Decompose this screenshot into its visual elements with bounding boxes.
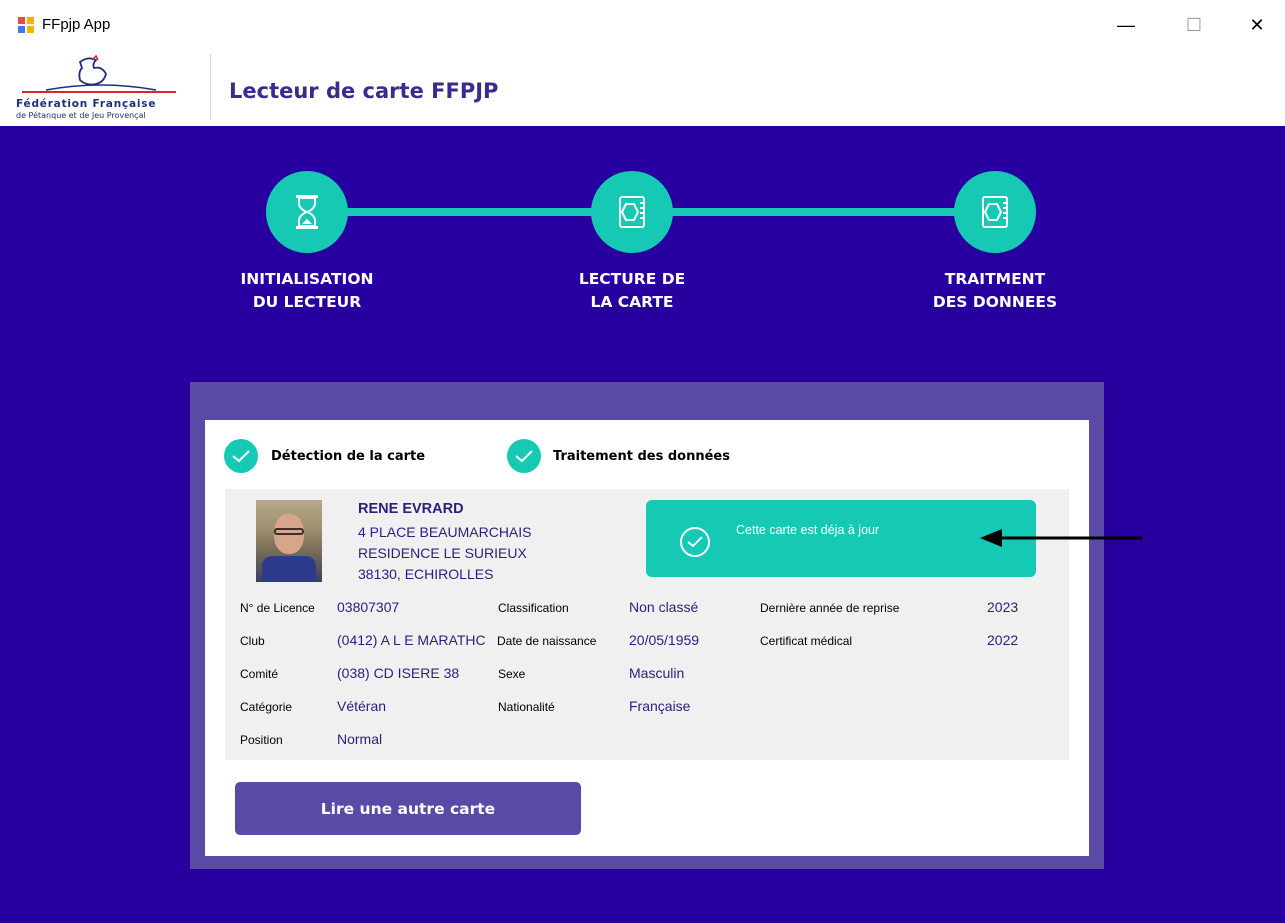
reprise-label: Dernière année de reprise: [760, 601, 900, 615]
header-divider: [210, 54, 211, 120]
check-icon: [515, 450, 533, 463]
sexe-label: Sexe: [498, 667, 526, 681]
traitement-label: Traitement des données: [553, 449, 730, 464]
step-label-line2: DU LECTEUR: [252, 293, 362, 311]
step-label-initialisation: INITIALISATION DU LECTEUR: [187, 268, 427, 314]
classification-value: Non classé: [629, 599, 699, 615]
title-bar: FFpjp App — ☐ ✕: [0, 0, 1285, 48]
holder-address-line1: 4 PLACE BEAUMARCHAIS: [358, 524, 532, 540]
step-lecture: [591, 171, 673, 253]
nationalite-label: Nationalité: [498, 700, 555, 714]
comite-label: Comité: [240, 667, 279, 681]
holder-address-line2: RESIDENCE LE SURIEUX: [358, 545, 527, 561]
status-check-icon: [680, 527, 710, 557]
app-header: Fédération Française de Pétanque et de J…: [0, 48, 1285, 126]
hourglass-icon: [296, 195, 318, 229]
step-initialisation: [266, 171, 348, 253]
detection-label: Détection de la carte: [271, 449, 426, 464]
step-label-line1: TRAITMENT: [944, 270, 1046, 288]
sexe-value: Masculin: [629, 665, 685, 681]
nationalite-value: Française: [629, 698, 691, 714]
arrow-pointer-icon: [980, 529, 1142, 547]
reprise-value: 2023: [987, 599, 1019, 615]
step-label-line2: DES DONNEES: [932, 293, 1058, 311]
categorie-value: Vétéran: [337, 698, 387, 714]
step-connector-1: [336, 208, 598, 216]
club-label: Club: [240, 634, 265, 648]
page-title: Lecteur de carte FFPJP: [229, 79, 499, 103]
minimize-button[interactable]: —: [1106, 10, 1146, 40]
categorie-label: Catégorie: [240, 700, 293, 714]
card-reader-icon: [619, 196, 645, 228]
holder-photo: [256, 500, 322, 582]
logo-text-line1: Fédération Française: [16, 98, 157, 110]
logo-text-line2: de Pétanque et de Jeu Provençal: [16, 111, 146, 120]
position-label: Position: [240, 733, 283, 747]
step-label-line2: LA CARTE: [590, 293, 674, 311]
naissance-label: Date de naissance: [497, 634, 597, 648]
holder-name: RENE EVRARD: [358, 501, 464, 517]
naissance-value: 20/05/1959: [629, 632, 700, 648]
step-label-lecture: LECTURE DE LA CARTE: [512, 268, 752, 314]
classification-label: Classification: [498, 601, 569, 615]
window-title: FFpjp App: [42, 16, 111, 33]
step-label-traitement: TRAITMENT DES DONNEES: [875, 268, 1115, 314]
app-icon: [18, 17, 34, 33]
position-value: Normal: [337, 731, 383, 747]
maximize-button[interactable]: ☐: [1174, 10, 1214, 40]
club-value: (0412) A L E MARATHC: [337, 632, 486, 648]
detection-check: [224, 439, 258, 473]
step-label-line1: INITIALISATION: [240, 270, 374, 288]
status-box: Cette carte est déja à jour: [646, 500, 1036, 577]
status-message: Cette carte est déja à jour: [736, 523, 880, 537]
card-reader-icon: [982, 196, 1008, 228]
traitement-check: [507, 439, 541, 473]
close-button[interactable]: ✕: [1237, 10, 1277, 40]
comite-value: (038) CD ISERE 38: [337, 665, 460, 681]
step-label-line1: LECTURE DE: [578, 270, 686, 288]
certificat-label: Certificat médical: [760, 634, 853, 648]
read-another-card-button[interactable]: Lire une autre carte: [235, 782, 581, 835]
licence-label: N° de Licence: [240, 601, 315, 615]
holder-address-line3: 38130, ECHIROLLES: [358, 566, 494, 582]
check-icon: [232, 450, 250, 463]
step-traitement: [954, 171, 1036, 253]
certificat-value: 2022: [987, 632, 1019, 648]
licence-value: 03807307: [337, 599, 400, 615]
step-connector-2: [672, 208, 962, 216]
